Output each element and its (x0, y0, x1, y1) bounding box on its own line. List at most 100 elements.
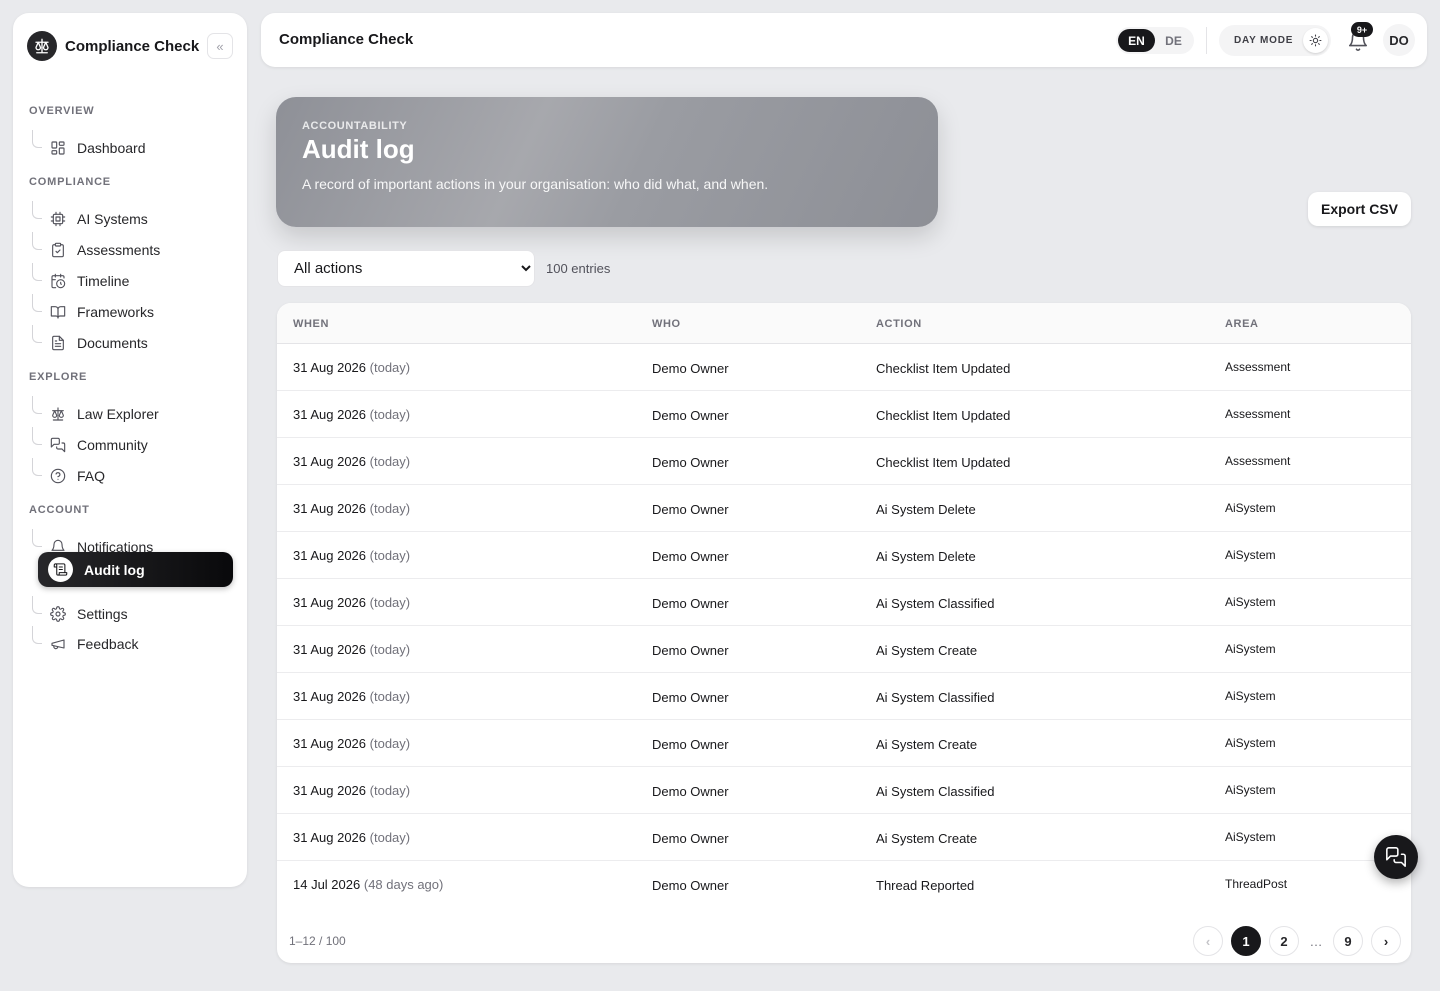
cell-action: Checklist Item Updated (876, 408, 1011, 423)
sidebar-item-label: Timeline (77, 273, 130, 289)
sidebar-item-ai-systems[interactable]: AI Systems (29, 201, 234, 231)
cell-who: Demo Owner (652, 643, 729, 658)
table-row[interactable]: 31 Aug 2026 (today) Demo Owner Ai System D… (277, 532, 1411, 579)
dashboard-icon (49, 140, 66, 157)
date-text: 31 Aug 2026 (293, 689, 367, 704)
sidebar-item-feedback[interactable]: Feedback (29, 626, 234, 656)
relative-time: (today) (369, 642, 411, 657)
pagination-range: 1–12 / 100 (289, 934, 346, 948)
pagination-next-button[interactable]: › (1371, 926, 1401, 956)
tree-connector (32, 130, 42, 148)
brand[interactable]: Compliance Check (27, 30, 199, 62)
scroll-icon (48, 557, 73, 582)
language-de-button[interactable]: DE (1155, 29, 1192, 52)
chat-bubbles-icon (49, 437, 66, 454)
cell-action: Ai System Classified (876, 596, 995, 611)
cell-action: Ai System Classified (876, 690, 995, 705)
cell-area: AiSystem (1225, 783, 1276, 797)
calendar-clock-icon (49, 273, 66, 290)
column-header-who: WHO (652, 318, 681, 330)
pagination-ellipsis: … (1301, 926, 1331, 956)
cell-who: Demo Owner (652, 408, 729, 423)
chat-support-button[interactable] (1374, 835, 1418, 879)
collapse-sidebar-button[interactable]: « (207, 33, 233, 59)
relative-time: (today) (369, 736, 411, 751)
table-row[interactable]: 31 Aug 2026 (today) Demo Owner Ai System C… (277, 626, 1411, 673)
sidebar-item-audit-log[interactable]: Audit log (38, 552, 233, 587)
sidebar-item-law-explorer[interactable]: Law Explorer (29, 396, 234, 426)
pagination-page-9[interactable]: 9 (1333, 926, 1363, 956)
sidebar-item-label: Frameworks (77, 304, 155, 320)
sidebar: Compliance Check « OVERVIEW Dashboard COMP… (13, 13, 247, 887)
file-text-icon (49, 335, 66, 352)
table-row[interactable]: 31 Aug 2026 (today) Demo Owner Ai System C… (277, 720, 1411, 767)
sidebar-item-faq[interactable]: FAQ (29, 458, 234, 488)
cell-who: Demo Owner (652, 549, 729, 564)
table-row[interactable]: 31 Aug 2026 (today) Demo Owner Ai System C… (277, 814, 1411, 861)
relative-time: (today) (369, 830, 411, 845)
relative-time: (today) (369, 454, 411, 469)
cell-who: Demo Owner (652, 502, 729, 517)
gear-icon (49, 606, 66, 623)
table-row[interactable]: 31 Aug 2026 (today) Demo Owner Ai System C… (277, 579, 1411, 626)
tree-connector (32, 626, 42, 644)
table-header: WHEN WHO ACTION AREA (277, 303, 1411, 344)
sidebar-item-label: AI Systems (77, 211, 148, 227)
relative-time: (today) (369, 689, 411, 704)
page-header-title: Compliance Check (279, 31, 414, 48)
cell-area: AiSystem (1225, 595, 1276, 609)
sidebar-item-dashboard[interactable]: Dashboard (29, 130, 234, 160)
sidebar-item-assessments[interactable]: Assessments (29, 232, 234, 262)
sidebar-item-frameworks[interactable]: Frameworks (29, 294, 234, 324)
cell-who: Demo Owner (652, 878, 729, 893)
tree-connector (32, 529, 42, 547)
day-mode-toggle[interactable]: DAY MODE (1219, 25, 1331, 56)
pagination-page-2[interactable]: 2 (1269, 926, 1299, 956)
cell-when: 31 Aug 2026 (today) (293, 548, 410, 563)
table-row[interactable]: 31 Aug 2026 (today) Demo Owner Ai System C… (277, 673, 1411, 720)
table-row[interactable]: 31 Aug 2026 (today) Demo Owner Checklist I… (277, 438, 1411, 485)
pagination-prev-button[interactable]: ‹ (1193, 926, 1223, 956)
date-text: 14 Jul 2026 (293, 877, 361, 892)
table-row[interactable]: 31 Aug 2026 (today) Demo Owner Checklist I… (277, 344, 1411, 391)
relative-time: (today) (369, 548, 411, 563)
tree-connector (32, 396, 42, 414)
date-text: 31 Aug 2026 (293, 548, 367, 563)
sidebar-item-settings[interactable]: Settings (29, 596, 234, 626)
table-row[interactable]: 31 Aug 2026 (today) Demo Owner Ai System C… (277, 767, 1411, 814)
tree-connector (32, 294, 42, 312)
scale-icon (49, 406, 66, 423)
cell-who: Demo Owner (652, 831, 729, 846)
sidebar-item-documents[interactable]: Documents (29, 325, 234, 355)
cell-when: 31 Aug 2026 (today) (293, 689, 410, 704)
cell-area: Assessment (1225, 407, 1291, 421)
cell-who: Demo Owner (652, 737, 729, 752)
export-csv-button[interactable]: Export CSV (1308, 192, 1411, 226)
date-text: 31 Aug 2026 (293, 736, 367, 751)
cell-when: 31 Aug 2026 (today) (293, 595, 410, 610)
cell-action: Ai System Create (876, 831, 978, 846)
cell-action: Ai System Delete (876, 502, 976, 517)
cell-action: Ai System Create (876, 643, 978, 658)
pagination-page-1[interactable]: 1 (1231, 926, 1261, 956)
action-filter-select[interactable]: All actions (277, 250, 535, 287)
book-open-icon (49, 304, 66, 321)
cell-area: AiSystem (1225, 642, 1276, 656)
sidebar-item-timeline[interactable]: Timeline (29, 263, 234, 293)
table-row[interactable]: 31 Aug 2026 (today) Demo Owner Checklist I… (277, 391, 1411, 438)
user-avatar[interactable]: DO (1383, 24, 1415, 56)
cell-when: 31 Aug 2026 (today) (293, 501, 410, 516)
cell-area: Assessment (1225, 360, 1291, 374)
sidebar-item-community[interactable]: Community (29, 427, 234, 457)
date-text: 31 Aug 2026 (293, 501, 367, 516)
entries-count: 100 entries (546, 261, 611, 276)
language-en-button[interactable]: EN (1118, 29, 1155, 52)
table-row[interactable]: 31 Aug 2026 (today) Demo Owner Ai System D… (277, 485, 1411, 532)
nav-section-title: ACCOUNT (29, 504, 90, 516)
sidebar-item-label: Feedback (77, 636, 139, 652)
language-switcher: EN DE (1116, 27, 1194, 54)
relative-time: (today) (369, 407, 411, 422)
date-text: 31 Aug 2026 (293, 360, 367, 375)
cell-area: AiSystem (1225, 548, 1276, 562)
table-row[interactable]: 14 Jul 2026 (48 days ago) Demo Owner Threa… (277, 861, 1411, 908)
